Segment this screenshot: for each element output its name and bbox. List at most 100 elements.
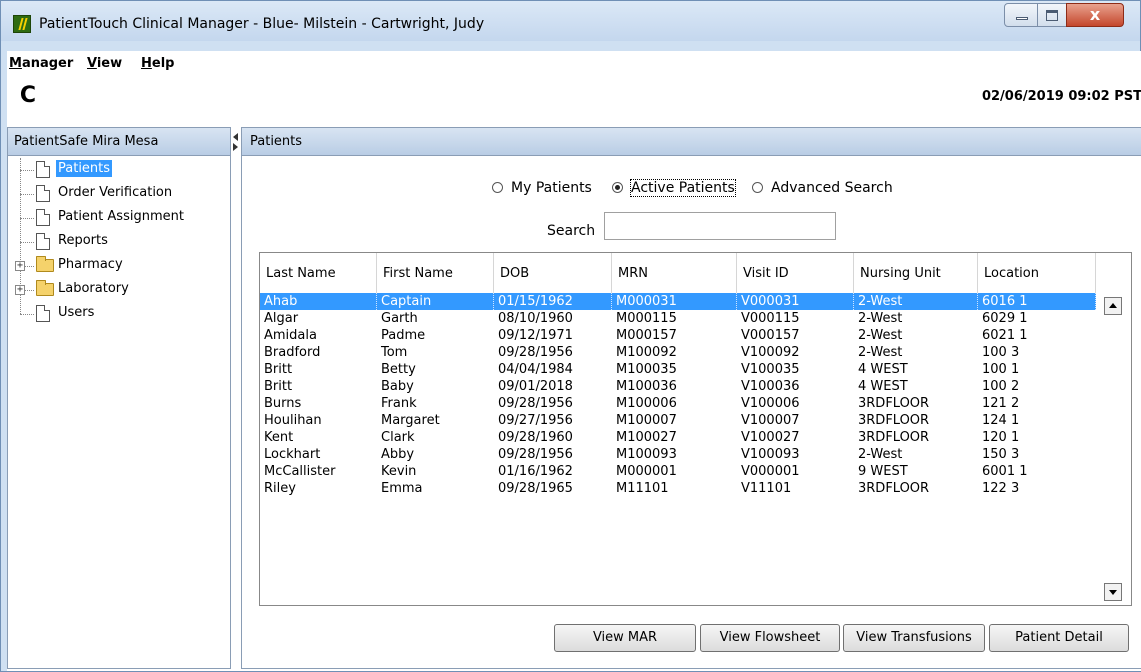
table-row[interactable]: Algar Garth 08/10/1960 M000115 V000115 2-West… bbox=[260, 310, 1096, 327]
menu-manager[interactable]: Manager bbox=[9, 56, 73, 71]
table-row[interactable]: Britt Baby 09/01/2018 M100036 V100036 4 WEST 1… bbox=[260, 378, 1096, 395]
table-cell: M100007 bbox=[616, 413, 677, 428]
table-row[interactable]: McCallister Kevin 01/16/1962 M000001 V000001… bbox=[260, 463, 1096, 480]
column-header-location[interactable]: Location bbox=[978, 253, 1096, 293]
search-input[interactable] bbox=[604, 212, 836, 240]
menu-manager-mnemonic: M bbox=[9, 56, 22, 71]
table-cell: M000157 bbox=[616, 328, 677, 343]
table-row[interactable]: Amidala Padme 09/12/1971 M000157 V000157 2-We… bbox=[260, 327, 1096, 344]
patients-table: Last Name First Name DOB MRN Visit ID Nursing… bbox=[259, 252, 1132, 606]
tree-branch-line bbox=[20, 314, 34, 315]
table-row[interactable]: Burns Frank 09/28/1956 M100006 V100006 3RDFLO… bbox=[260, 395, 1096, 412]
table-row[interactable]: Bradford Tom 09/28/1956 M100092 V100092 2-Wes… bbox=[260, 344, 1096, 361]
table-cell: Baby bbox=[381, 379, 414, 394]
table-cell: 100 3 bbox=[982, 345, 1020, 360]
column-header-dob[interactable]: DOB bbox=[494, 253, 612, 293]
patienttouch-app-icon bbox=[13, 15, 31, 33]
vertical-scrollbar[interactable] bbox=[1095, 293, 1131, 605]
table-cell: Britt bbox=[264, 362, 293, 377]
sidebar-item-order-verification[interactable]: Order Verification bbox=[8, 182, 230, 206]
table-row[interactable]: Lockhart Abby 09/28/1956 M100093 V100093 2-We… bbox=[260, 446, 1096, 463]
menu-help[interactable]: Help bbox=[141, 56, 174, 71]
view-transfusions-button[interactable]: View Transfusions bbox=[843, 624, 985, 652]
table-cell: 2-West bbox=[858, 345, 903, 360]
table-cell: V100036 bbox=[741, 379, 800, 394]
title-bar[interactable]: PatientTouch Clinical Manager - Blue- Mi… bbox=[1, 1, 1140, 41]
table-cell: 2-West bbox=[858, 328, 903, 343]
sidebar-item-patient-assignment[interactable]: Patient Assignment bbox=[8, 206, 230, 230]
table-cell: 04/04/1984 bbox=[498, 362, 573, 377]
column-header-mrn[interactable]: MRN bbox=[612, 253, 737, 293]
table-row[interactable]: Britt Betty 04/04/1984 M100035 V100035 4 WEST… bbox=[260, 361, 1096, 378]
minimize-button[interactable] bbox=[1004, 3, 1038, 27]
client-area: Manager View Help C 02/06/2019 09:02 PST… bbox=[7, 51, 1141, 671]
table-cell: 08/10/1960 bbox=[498, 311, 573, 326]
table-cell: 6029 1 bbox=[982, 311, 1028, 326]
radio-my-patients[interactable]: My Patients bbox=[492, 180, 592, 196]
sidebar-item-users[interactable]: Users bbox=[8, 302, 230, 326]
menu-view[interactable]: View bbox=[87, 56, 122, 71]
sidebar-item-reports[interactable]: Reports bbox=[8, 230, 230, 254]
table-row[interactable]: Riley Emma 09/28/1965 M11101 V11101 3RDFLOOR 1… bbox=[260, 480, 1096, 497]
view-mar-button[interactable]: View MAR bbox=[554, 624, 696, 652]
table-cell: 09/01/2018 bbox=[498, 379, 573, 394]
radio-button-icon[interactable] bbox=[612, 182, 623, 193]
menu-help-label: elp bbox=[151, 56, 175, 71]
table-cell: M100006 bbox=[616, 396, 677, 411]
table-row[interactable]: Kent Clark 09/28/1960 M100027 V100027 3RDFLOO… bbox=[260, 429, 1096, 446]
tree-branch-line bbox=[20, 194, 34, 195]
maximize-button[interactable] bbox=[1037, 3, 1067, 27]
table-cell: 4 WEST bbox=[858, 379, 908, 394]
column-header-last-name[interactable]: Last Name bbox=[260, 253, 377, 293]
table-cell: 09/28/1956 bbox=[498, 447, 573, 462]
sidebar-item-pharmacy[interactable]: + Pharmacy bbox=[8, 254, 230, 278]
current-datetime: 02/06/2019 09:02 PST bbox=[981, 89, 1141, 104]
radio-button-icon[interactable] bbox=[492, 182, 503, 193]
panel-splitter[interactable] bbox=[233, 131, 239, 155]
patients-panel: Patients My Patients Active Patients Adv… bbox=[241, 127, 1141, 669]
radio-active-patients[interactable]: Active Patients bbox=[612, 179, 736, 197]
refresh-icon[interactable]: C bbox=[15, 83, 41, 109]
table-cell: Emma bbox=[381, 481, 423, 496]
radio-advanced-search-label: Advanced Search bbox=[771, 180, 893, 196]
sidebar-item-label: Patient Assignment bbox=[58, 209, 184, 224]
table-cell: 3RDFLOOR bbox=[858, 430, 930, 445]
close-button[interactable]: x bbox=[1066, 3, 1124, 27]
table-cell: V000001 bbox=[741, 464, 800, 479]
view-flowsheet-button[interactable]: View Flowsheet bbox=[700, 624, 840, 652]
table-cell: V100027 bbox=[741, 430, 800, 445]
column-header-first-name[interactable]: First Name bbox=[377, 253, 494, 293]
table-cell: V100092 bbox=[741, 345, 800, 360]
collapse-left-icon[interactable] bbox=[233, 133, 238, 141]
radio-advanced-search[interactable]: Advanced Search bbox=[752, 180, 893, 196]
expand-icon[interactable]: + bbox=[15, 261, 25, 271]
table-cell: Captain bbox=[377, 293, 494, 310]
patient-detail-button[interactable]: Patient Detail bbox=[989, 624, 1129, 652]
table-cell: Ahab bbox=[260, 293, 377, 310]
document-icon bbox=[36, 305, 50, 322]
radio-button-icon[interactable] bbox=[752, 182, 763, 193]
scroll-down-icon[interactable] bbox=[1104, 583, 1122, 601]
expand-icon[interactable]: + bbox=[15, 285, 25, 295]
table-cell: 150 3 bbox=[982, 447, 1020, 462]
toolbar: C 02/06/2019 09:02 PST bbox=[7, 77, 1141, 117]
column-header-nursing-unit[interactable]: Nursing Unit bbox=[854, 253, 978, 293]
table-cell: McCallister bbox=[264, 464, 336, 479]
app-window: PatientTouch Clinical Manager - Blue- Mi… bbox=[0, 0, 1141, 672]
sidebar-item-laboratory[interactable]: + Laboratory bbox=[8, 278, 230, 302]
table-cell: 2-West bbox=[858, 311, 903, 326]
table-cell: V11101 bbox=[741, 481, 792, 496]
navigation-panel: PatientSafe Mira Mesa Patients Order Veri… bbox=[7, 127, 231, 669]
table-cell: 09/27/1956 bbox=[498, 413, 573, 428]
sidebar-item-patients[interactable]: Patients bbox=[8, 158, 230, 182]
scroll-up-icon[interactable] bbox=[1104, 297, 1122, 315]
menu-manager-label: anager bbox=[21, 56, 74, 71]
table-cell: M100093 bbox=[616, 447, 677, 462]
tree-branch-line bbox=[20, 170, 34, 171]
column-header-visit-id[interactable]: Visit ID bbox=[737, 253, 854, 293]
table-row[interactable]: Ahab Captain 01/15/1962 M000031 V000031 2-Wes… bbox=[260, 293, 1096, 310]
table-cell: 01/15/1962 bbox=[494, 293, 612, 310]
expand-right-icon[interactable] bbox=[233, 143, 238, 151]
table-row[interactable]: Houlihan Margaret 09/27/1956 M100007 V100007… bbox=[260, 412, 1096, 429]
table-cell: M100027 bbox=[616, 430, 677, 445]
